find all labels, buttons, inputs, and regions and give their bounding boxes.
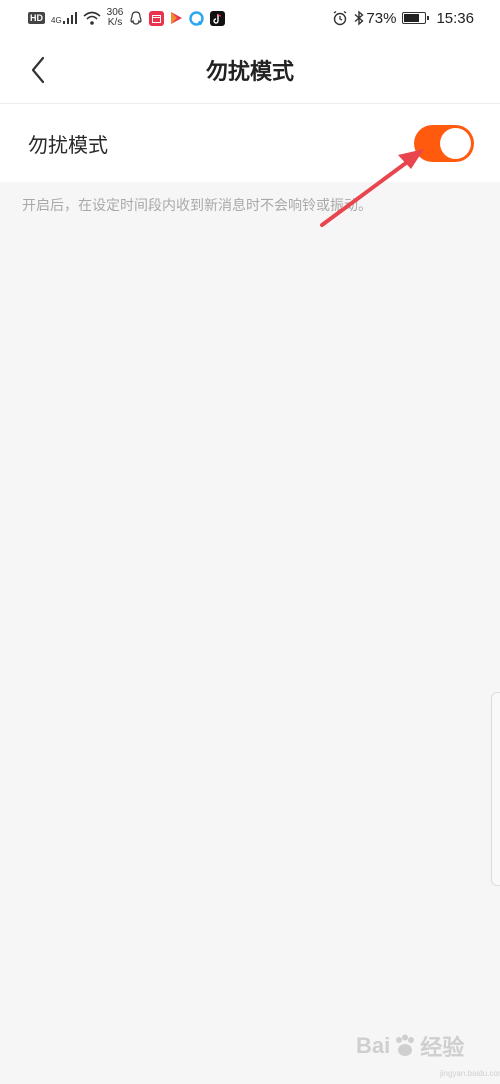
tiktok-app-icon <box>210 10 226 26</box>
network-speed: 306 K/s <box>107 8 124 28</box>
hd-badge: HD <box>28 12 45 24</box>
dnd-setting-label: 勿扰模式 <box>28 132 108 157</box>
browser-app-icon <box>189 10 205 26</box>
battery-percent: 73% <box>366 9 397 27</box>
status-bar: HD 4G 306 K/s 73% 15:36 <box>0 0 500 36</box>
chevron-left-icon <box>31 56 45 84</box>
qq-icon <box>130 10 142 25</box>
calendar-app-icon <box>149 10 165 26</box>
battery-level <box>404 14 420 22</box>
watermark-suffix: 经验 <box>420 1035 465 1060</box>
battery-icon <box>402 12 430 24</box>
network-speed-unit: K/s <box>107 17 123 28</box>
watermark-url: jingyan.baidu.com <box>440 1069 500 1078</box>
page-title: 勿扰模式 <box>205 60 294 85</box>
side-scroll-handle[interactable] <box>491 692 500 886</box>
nav-bar: 勿扰模式 <box>0 36 500 104</box>
dnd-toggle[interactable] <box>414 125 474 162</box>
clock: 15:36 <box>436 9 474 27</box>
toggle-knob <box>440 128 471 159</box>
bluetooth-icon <box>354 10 364 26</box>
back-button[interactable] <box>18 50 58 90</box>
paw-icon <box>396 1034 415 1056</box>
watermark-brand: Bai <box>356 1033 391 1058</box>
baidu-watermark: Bai 经验 <box>356 1030 464 1062</box>
signal-icon <box>62 12 77 24</box>
play-app-icon <box>171 12 183 24</box>
network-generation: 4G <box>51 16 62 25</box>
alarm-icon <box>334 10 347 26</box>
dnd-description: 开启后，在设定时间段内收到新消息时不会响铃或振动。 <box>22 198 372 214</box>
status-bar-right: 73% 15:36 <box>326 10 474 27</box>
wifi-icon <box>83 11 101 25</box>
status-bar-left: HD 4G 306 K/s <box>28 8 231 28</box>
